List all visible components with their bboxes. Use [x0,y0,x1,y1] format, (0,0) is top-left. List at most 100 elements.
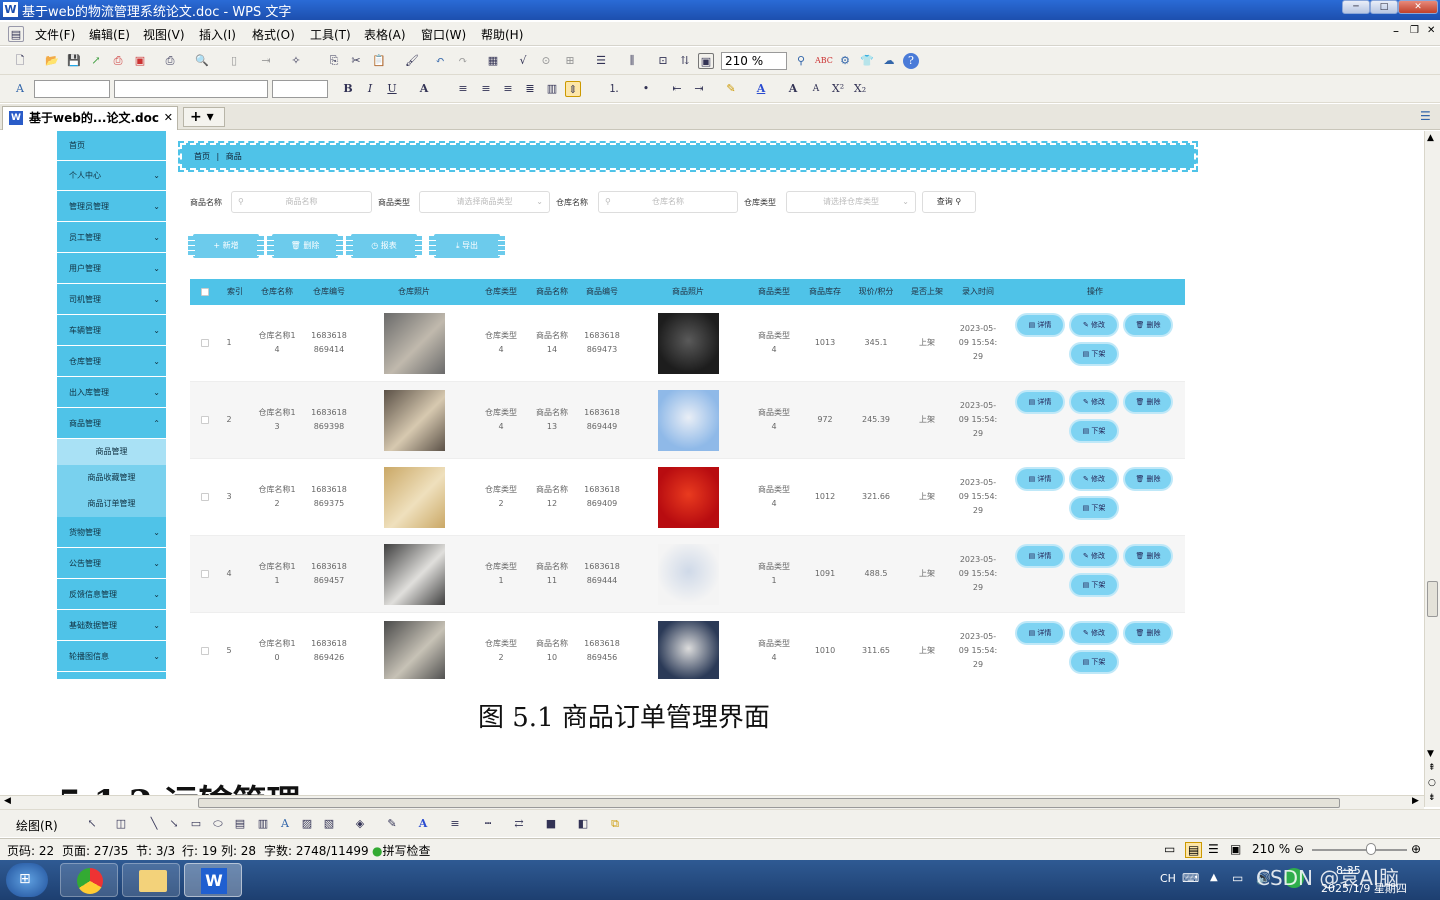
wordart-icon[interactable]: A [277,816,293,832]
menu-help[interactable]: 帮助(H) [481,26,523,43]
menu-tools[interactable]: 工具(T) [310,26,351,43]
rectangle-icon[interactable]: ▭ [188,816,204,832]
take-down-button[interactable]: ▤ 下架 [1071,421,1117,441]
bullets-icon[interactable]: • [638,81,654,97]
menu-table[interactable]: 表格(A) [364,26,406,43]
superscript-icon[interactable]: X² [830,81,846,97]
take-down-button[interactable]: ▤ 下架 [1071,652,1117,672]
line-style-icon[interactable]: ≡ [447,816,463,832]
grow-font-icon[interactable]: A [785,81,801,97]
tab-close-icon[interactable]: ✕ [164,107,173,129]
row-delete-button[interactable]: 🗑 删除 [1125,392,1171,412]
formula-icon[interactable]: √ [515,53,531,69]
justify-icon[interactable]: ≣ [522,81,538,97]
row-checkbox[interactable] [201,339,209,347]
delete-button[interactable]: 🗑 删除 [267,234,343,258]
edit-button[interactable]: ✎ 修改 [1071,546,1117,566]
page-view-icon[interactable]: ▤ [1185,842,1203,858]
draw-menu-button[interactable]: 绘图(R) [16,817,58,834]
3d-icon[interactable]: ◧ [575,816,591,832]
shrink-font-icon[interactable]: A [808,81,824,97]
detail-button[interactable]: ▤ 详情 [1017,546,1063,566]
spellcheck-icon[interactable]: ABC [815,53,833,69]
goods-name-input[interactable]: ⚲ 商品名称 [231,191,372,213]
numbering-icon[interactable]: ⒈ [606,81,622,97]
maximize-button[interactable]: □ [1370,0,1398,14]
sidebar-item-warehouses[interactable]: 仓库管理 ⌄ [57,347,166,377]
tray-expand-icon[interactable]: ▲ [1210,872,1218,883]
detail-button[interactable]: ▤ 详情 [1017,315,1063,335]
select-browse-icon[interactable]: ○ [1428,778,1436,788]
input-lang[interactable]: CH [1160,872,1176,885]
wh-type-select[interactable]: 请选择仓库类型 ⌄ [786,191,916,213]
style-icon[interactable]: A [12,81,28,97]
vertical-textbox-icon[interactable]: ▥ [255,816,271,832]
table-row[interactable]: 2 仓库名称1 3 1683618 869398 仓库类型 4 商品名称 13 1683618 86… [190,382,1185,459]
align-left-icon[interactable]: ≡ [455,81,471,97]
take-down-button[interactable]: ▤ 下架 [1071,498,1117,518]
send-icon[interactable]: ↗ [88,53,104,69]
draw-font-color-icon[interactable]: A [415,816,431,832]
network-icon[interactable]: ▭ [1232,871,1243,885]
line-icon[interactable]: ╲ [146,816,162,832]
spellcheck-status[interactable]: ●拼写检查 [372,842,431,859]
row-checkbox[interactable] [201,570,209,578]
dash-style-icon[interactable]: ┅ [480,816,496,832]
document-icon[interactable]: ▯ [226,53,242,69]
zoom-slider-thumb[interactable] [1366,843,1376,855]
sidebar-item-drivers[interactable]: 司机管理 ⌄ [57,285,166,315]
sidebar-item-vehicles[interactable]: 车辆管理 ⌄ [57,316,166,346]
wh-name-input[interactable]: ⚲ 仓库名称 [598,191,738,213]
menu-view[interactable]: 视图(V) [143,26,185,43]
menu-format[interactable]: 格式(O) [252,26,295,43]
row-delete-button[interactable]: 🗑 删除 [1125,546,1171,566]
vertical-scrollbar[interactable]: ▲ ▼ ⇞ ○ ⇟ [1424,131,1440,807]
menu-window[interactable]: 窗口(W) [421,26,466,43]
prev-page-icon[interactable]: ⇞ [1428,763,1436,773]
font-color-icon[interactable]: A [753,81,769,97]
sidebar-item-notices[interactable]: 公告管理 ⌄ [57,549,166,579]
scroll-right-icon[interactable]: ▶ [1412,796,1419,806]
sidebar-item-feedback[interactable]: 反馈信息管理 ⌄ [57,580,166,610]
help-icon[interactable]: ? [903,53,919,69]
distribute-icon[interactable]: ▥ [544,81,560,97]
doc-minimize-icon[interactable]: – [1393,24,1399,38]
sidebar-item-basedata[interactable]: 基础数据管理 ⌄ [57,611,166,641]
row-checkbox[interactable] [201,647,209,655]
arrow-style-icon[interactable]: ⇄ [511,816,527,832]
line-spacing-icon[interactable]: ⇕ [565,81,581,97]
doc-close-icon[interactable]: ✕ [1427,25,1435,36]
sidebar-item-profile[interactable]: 个人中心 ⌄ [57,161,166,191]
copy-icon[interactable]: ⎘ [326,53,342,69]
ellipse-icon[interactable]: ⬭ [210,816,226,832]
bold-icon[interactable]: B [340,81,356,97]
textbox-icon[interactable]: ▤ [232,816,248,832]
keyboard-icon[interactable]: ⌨ [1182,871,1199,885]
save-icon[interactable]: 💾 [66,53,82,69]
take-down-button[interactable]: ▤ 下架 [1071,575,1117,595]
row-checkbox[interactable] [201,493,209,501]
edit-button[interactable]: ✎ 修改 [1071,623,1117,643]
report-button[interactable]: ◷ 报表 [346,234,422,258]
border-icon[interactable]: ⊞ [562,53,578,69]
edit-button[interactable]: ✎ 修改 [1071,315,1117,335]
shadow-icon[interactable]: ■ [543,816,559,832]
picture-icon[interactable]: ▨ [299,816,315,832]
new-doc-icon[interactable]: 🗋 [12,53,28,69]
edit-button[interactable]: ✎ 修改 [1071,392,1117,412]
sidebar-item-carousel[interactable]: 轮播图信息 ⌄ [57,642,166,672]
format-brush-icon[interactable]: ✧ [288,53,304,69]
redo-icon[interactable]: ↷ [455,53,471,69]
table-insert-icon[interactable]: ▦ [485,53,501,69]
autoshape-icon[interactable]: ◫ [113,816,129,832]
next-page-icon[interactable]: ⇟ [1428,793,1436,803]
zoom-select[interactable]: 210 % [721,52,787,70]
close-button[interactable]: ✕ [1398,0,1438,14]
format-painter-icon[interactable]: 🖌 [404,53,420,69]
chart-icon[interactable]: ∥ [624,53,640,69]
find-icon[interactable]: ⚲ [793,53,809,69]
document-tab[interactable]: W 基于web的...论文.doc ✕ [2,106,178,130]
zoom-slider[interactable] [1312,849,1407,851]
sidebar-item-home[interactable]: 首页 [57,131,166,161]
menu-edit[interactable]: 编辑(E) [89,26,130,43]
